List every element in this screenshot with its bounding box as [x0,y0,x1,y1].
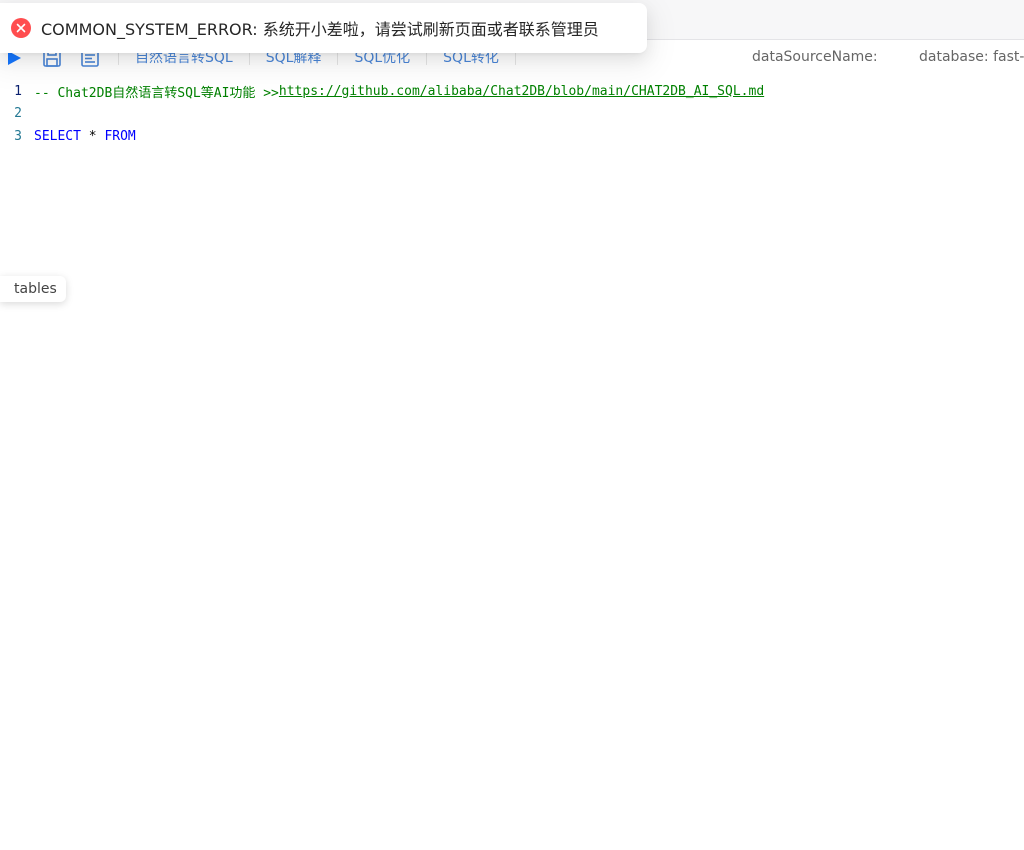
tables-panel-toggle[interactable]: tables [0,276,66,302]
error-message: COMMON_SYSTEM_ERROR: 系统开小差啦，请尝试刷新页面或者联系管… [41,20,599,39]
ai-doc-link[interactable]: https://github.com/alibaba/Chat2DB/blob/… [279,84,764,99]
editor-line: 3 SELECT * FROM [0,125,1024,147]
database-label: database: fast-jp [919,49,1024,65]
sql-operator: * [80,128,105,144]
sql-keyword-select: SELECT [34,128,81,144]
line-number: 2 [14,105,22,121]
sql-comment: -- Chat2DB自然语言转SQL等AI功能 >> [34,85,279,101]
line-number: 3 [14,128,22,144]
editor-line: 1 -- Chat2DB自然语言转SQL等AI功能 >> https://git… [0,80,1024,102]
data-source-name-label: dataSourceName: [752,49,878,65]
tables-label: tables [14,281,57,297]
sql-editor[interactable]: 1 -- Chat2DB自然语言转SQL等AI功能 >> https://git… [0,80,1024,850]
editor-line: 2 [0,102,1024,124]
error-circle-icon [11,18,31,38]
error-notification: COMMON_SYSTEM_ERROR: 系统开小差啦，请尝试刷新页面或者联系管… [0,3,647,53]
line-number: 1 [14,83,22,99]
sql-keyword-from: FROM [104,128,136,144]
sql-console-app: 自然语言转SQL SQL解释 SQL优化 SQL转化 dataSourceNam… [0,0,1024,850]
